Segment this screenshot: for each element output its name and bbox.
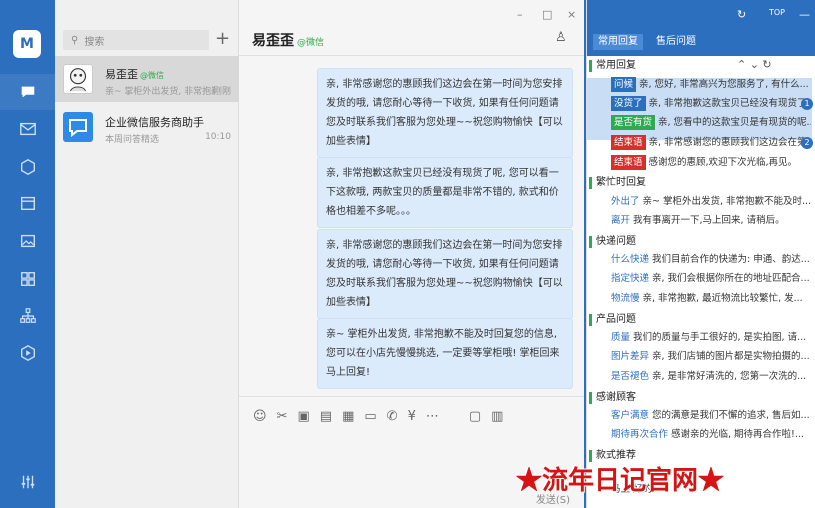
conversation-time: 10:10 xyxy=(205,132,231,142)
conversation-item[interactable]: 易歪歪@微信 亲~ 掌柜外出发货, 非常抱歉... 刚刚 xyxy=(55,56,239,102)
scissors-icon[interactable]: ✂ xyxy=(277,409,288,424)
org-icon[interactable] xyxy=(18,306,38,326)
emoji-icon[interactable]: ☺ xyxy=(253,409,267,424)
grid-icon[interactable] xyxy=(18,269,38,289)
section-title: 快递问题 xyxy=(589,236,636,248)
calendar-icon[interactable]: ▦ xyxy=(342,409,354,424)
chat-pane: – □ × 易歪歪 @微信 ♙ 亲, 非常感谢您的惠顾我们这边会在第一时间为您安排… xyxy=(239,0,586,508)
service-assistant-icon xyxy=(63,112,93,142)
quick-reply-row[interactable]: 是否有货 亲, 您看中的这款宝贝是有现货的呢... xyxy=(611,115,811,131)
collapse-icon[interactable]: ⌃ ⌄ ↻ xyxy=(737,58,772,71)
user-icon[interactable]: ♙ xyxy=(555,30,567,45)
top-icon[interactable]: TOP xyxy=(769,8,785,17)
more-icon[interactable]: ⋯ xyxy=(426,409,439,424)
avatar xyxy=(63,64,93,94)
row-number-badge: 2 xyxy=(801,137,813,149)
image-icon[interactable]: ▣ xyxy=(297,409,309,424)
quick-reply-row[interactable]: 指定快递 亲, 我们会根据你所在的地址匹配合... xyxy=(611,271,811,287)
quick-reply-row[interactable]: 质量 我们的质量与手工很好的, 是实拍图, 请... xyxy=(611,330,811,346)
row-number-badge: 1 xyxy=(801,98,813,110)
close-button[interactable]: × xyxy=(567,8,576,21)
quick-reply-row[interactable]: 是否褪色 亲, 是非常好清洗的, 您第一次洗的... xyxy=(611,369,811,385)
photo-icon[interactable] xyxy=(18,231,38,251)
chat-header: – □ × 易歪歪 @微信 ♙ xyxy=(239,0,586,56)
settings-icon[interactable] xyxy=(18,472,38,492)
quick-reply-row[interactable]: 期待再次合作 感谢亲的光临, 期待再合作啦!... xyxy=(611,427,811,443)
quick-reply-panel: ↻ TOP — 常用回复 售后问题 ⌃ ⌄ ↻ 常用回复 问候 亲, 您好, 非常… xyxy=(586,0,815,508)
cube-icon[interactable] xyxy=(18,157,38,177)
left-navigation-rail: M xyxy=(0,0,55,508)
minimize-icon[interactable]: — xyxy=(799,8,810,21)
tab-after-sales[interactable]: 售后问题 xyxy=(651,34,701,50)
chat-title: 易歪歪 @微信 xyxy=(252,33,325,49)
add-button[interactable]: + xyxy=(215,28,230,49)
app-window: M ⚲ 搜索 + 易歪歪 @微信 亲~ 掌柜外出发货, 非常抱 刚刚 企业微信服… xyxy=(0,0,815,508)
document-icon[interactable]: ▤ xyxy=(320,409,332,424)
quick-reply-row[interactable]: 图片差异 亲, 我们店铺的图片都是实物拍摄的... xyxy=(611,349,811,365)
quick-reply-row[interactable]: 结束语 感谢您的惠顾,欢迎下次光临,再见。 xyxy=(611,155,811,171)
section-title: 常用回复 xyxy=(589,60,636,72)
watermark: ★流年日记官网★ xyxy=(516,466,725,496)
panel-header: ↻ TOP — 常用回复 售后问题 xyxy=(587,0,815,56)
quick-reply-row[interactable]: 客户满意 您的满意是我们不懈的追求, 售后如... xyxy=(611,408,811,424)
conversation-time: 刚刚 xyxy=(212,87,231,97)
quick-reply-row[interactable]: 没货了 亲, 非常抱歉这款宝贝已经没有现货了 xyxy=(611,96,811,112)
search-placeholder: 搜索 xyxy=(84,36,105,48)
screen-icon[interactable]: ▢ xyxy=(469,409,481,424)
redo-icon[interactable]: ↻ xyxy=(737,8,746,21)
money-icon[interactable]: ¥ xyxy=(408,409,416,424)
app-logo: M xyxy=(13,30,41,58)
quick-reply-row[interactable]: 外出了 亲~ 掌柜外出发货, 非常抱歉不能及时... xyxy=(611,194,811,210)
conversation-preview: 本周问答精选 xyxy=(105,135,160,145)
phone-icon[interactable]: ✆ xyxy=(387,409,398,424)
input-toolbar: ☺ ✂ ▣ ▤ ▦ ▭ ✆ ¥ ⋯ ▢ ▥ xyxy=(239,396,586,436)
quick-reply-row[interactable]: 离开 我有事离开一下,马上回来, 请稍后。 xyxy=(611,213,811,229)
mail-icon[interactable] xyxy=(18,119,38,139)
message-bubble: 亲, 非常感谢您的惠顾我们这边会在第一时间为您安排发货的哦, 请您耐心等待一下收… xyxy=(317,229,573,319)
section-title: 产品问题 xyxy=(589,314,636,326)
search-box[interactable]: ⚲ 搜索 xyxy=(63,30,209,50)
message-bubble: 亲, 非常感谢您的惠顾我们这边会在第一时间为您安排发货的哦, 请您耐心等待一下收… xyxy=(317,68,573,158)
section-title: 繁忙时回复 xyxy=(589,177,646,189)
history-icon[interactable]: ▥ xyxy=(491,409,503,424)
chat-icon[interactable] xyxy=(0,74,55,110)
tab-common-replies[interactable]: 常用回复 xyxy=(593,34,643,50)
quick-reply-row[interactable]: 问候 亲, 您好, 非常高兴为您服务了, 有什么... xyxy=(611,77,811,93)
minimize-button[interactable]: – xyxy=(517,8,523,21)
conversation-list: ⚲ 搜索 + 易歪歪@微信 亲~ 掌柜外出发货, 非常抱歉... 刚刚 企业微信… xyxy=(55,0,239,508)
quick-reply-row[interactable]: 结束语 亲, 非常感谢您的惠顾我们这边会在第... xyxy=(611,135,811,151)
conversation-preview: 亲~ 掌柜外出发货, 非常抱歉... xyxy=(105,87,215,97)
folder-icon[interactable]: ▭ xyxy=(364,409,376,424)
conversation-name: 易歪歪 @微信 xyxy=(105,68,164,81)
quick-reply-row[interactable]: 什么快递 我们目前合作的快递为: 申通、韵达... xyxy=(611,252,811,268)
conversation-item[interactable]: 企业微信服务商助手 本周问答精选 10:10 xyxy=(55,104,239,150)
conversation-name: 企业微信服务商助手 xyxy=(105,116,204,129)
quick-reply-row[interactable]: 物流慢 亲, 非常抱歉, 最近物流比较繁忙, 发... xyxy=(611,291,811,307)
search-icon: ⚲ xyxy=(71,34,79,46)
calendar-icon[interactable] xyxy=(18,193,38,213)
maximize-button[interactable]: □ xyxy=(542,8,552,21)
section-title: 感谢顾客 xyxy=(589,392,636,404)
message-bubble: 亲, 非常抱歉这款宝贝已经没有现货了呢, 您可以看一下这款哦, 两款宝贝的质量都… xyxy=(317,157,573,228)
play-icon[interactable] xyxy=(18,343,38,363)
message-bubble: 亲~ 掌柜外出发货, 非常抱歉不能及时回复您的信息, 您可以在小店先慢慢挑选, … xyxy=(317,318,573,389)
